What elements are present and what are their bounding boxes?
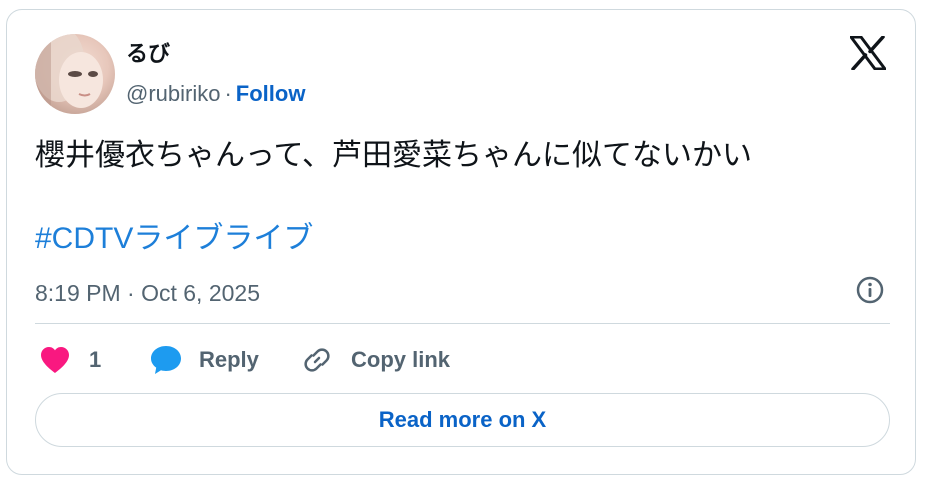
- avatar[interactable]: [35, 34, 115, 114]
- follow-button[interactable]: Follow: [236, 81, 306, 106]
- copy-link-label: Copy link: [351, 347, 451, 372]
- tweet-text: 櫻井優衣ちゃんって、芦田愛菜ちゃんに似てないかい: [35, 139, 752, 172]
- reply-label: Reply: [199, 347, 259, 372]
- copy-link-button[interactable]: Copy link: [301, 340, 450, 380]
- like-count: 1: [89, 347, 102, 372]
- x-logo-icon[interactable]: [849, 35, 887, 71]
- reply-button[interactable]: Reply: [149, 340, 259, 380]
- separator-dot: ·: [224, 81, 232, 106]
- tweet-card: るび @rubiriko · Follow 櫻井優衣ちゃんって、芦田愛菜ちゃんに似て…: [6, 9, 916, 475]
- reply-bubble-icon: [149, 344, 183, 376]
- info-icon[interactable]: [855, 275, 885, 305]
- handle-row: @rubiriko · Follow: [126, 80, 305, 108]
- hashtag-link[interactable]: #CDTVライブライブ: [35, 219, 313, 259]
- display-name[interactable]: るび: [126, 40, 170, 68]
- read-more-button[interactable]: Read more on X: [35, 393, 890, 447]
- tweet-timestamp[interactable]: 8:19 PM · Oct 6, 2025: [35, 278, 260, 308]
- user-handle[interactable]: @rubiriko: [126, 81, 220, 106]
- divider: [35, 323, 890, 324]
- heart-icon: [39, 345, 71, 375]
- like-button[interactable]: 1: [39, 340, 101, 380]
- link-icon: [301, 344, 333, 376]
